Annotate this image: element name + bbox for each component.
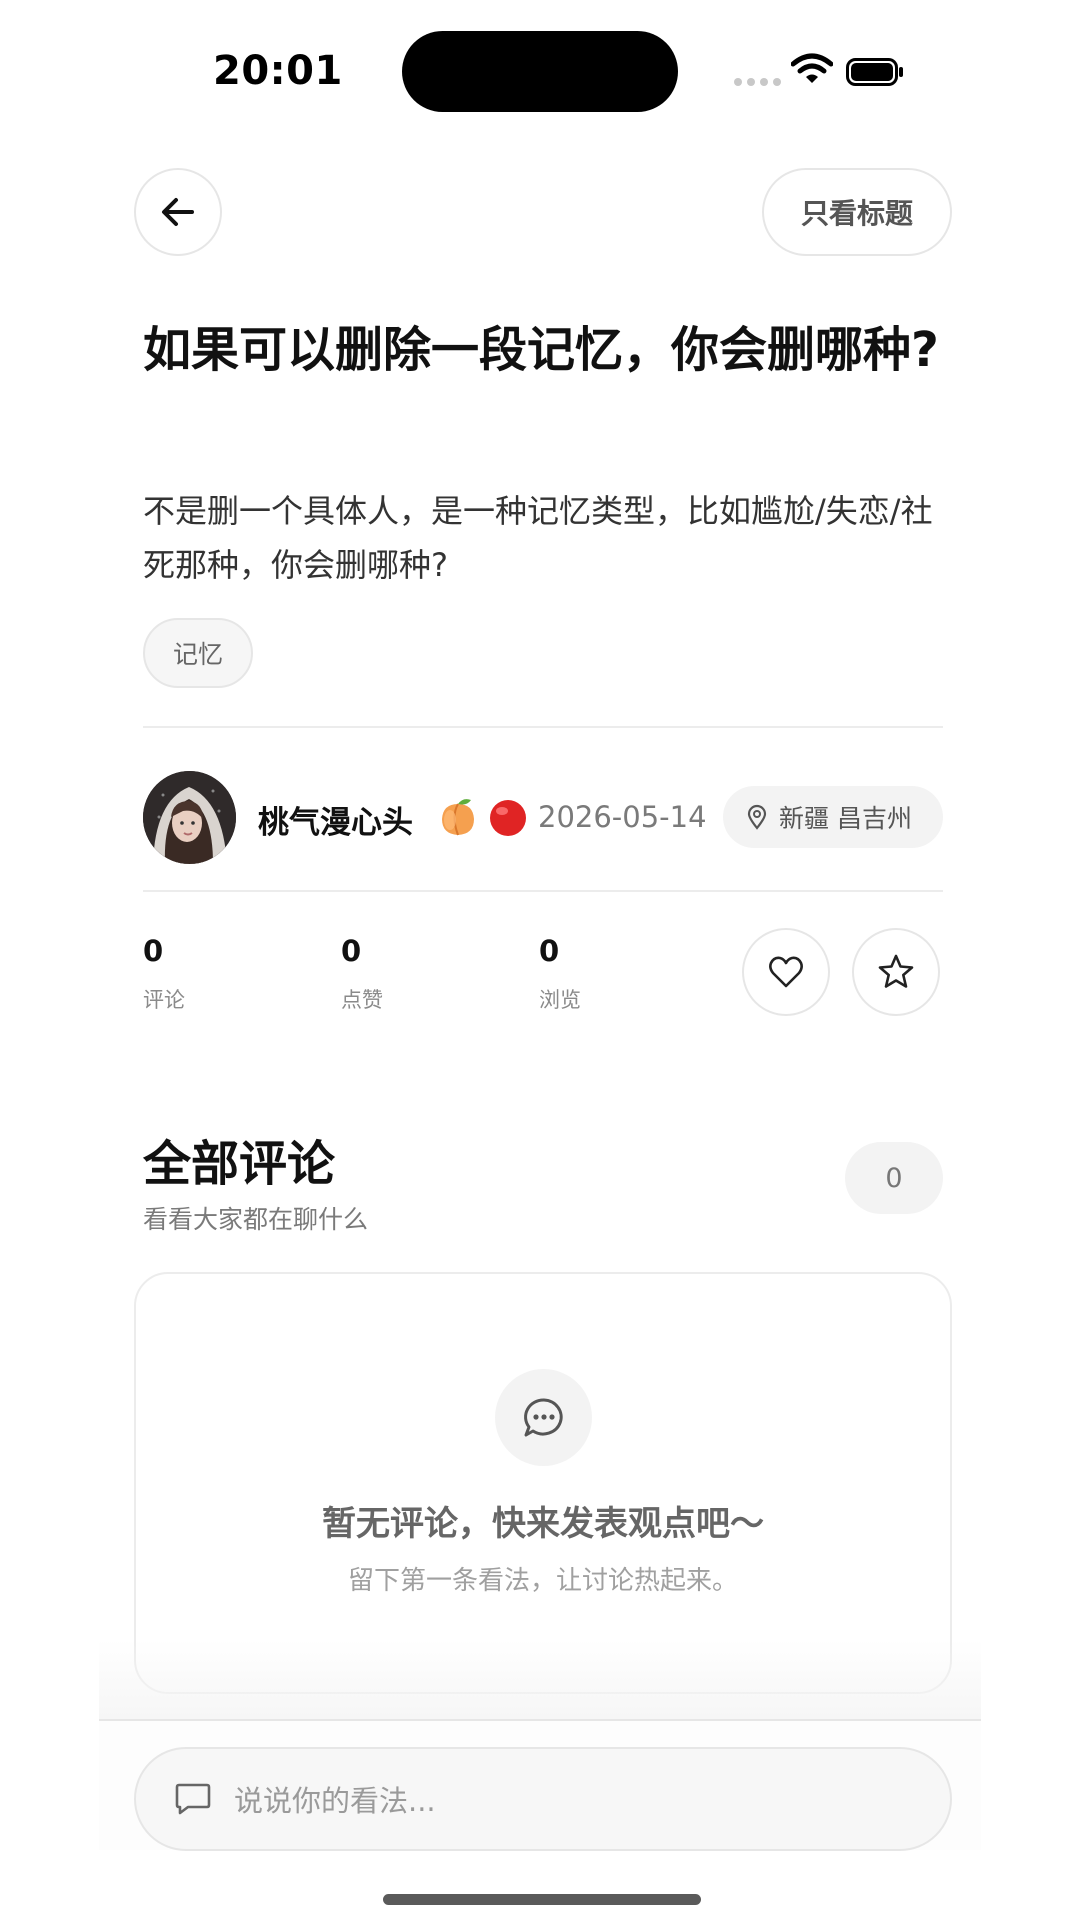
status-bar: 20:01	[0, 0, 1080, 140]
title-only-button[interactable]: 只看标题	[762, 168, 952, 256]
comment-count-badge: 0	[845, 1142, 943, 1214]
battery-icon	[846, 58, 903, 86]
back-button[interactable]	[134, 168, 222, 256]
post-body: 不是删一个具体人，是一种记忆类型，比如尴尬/失恋/社死那种，你会删哪种?	[143, 492, 933, 584]
stat-comments: 0 评论	[143, 934, 185, 1014]
comments-section-subtitle: 看看大家都在聊什么	[143, 1205, 369, 1234]
empty-comments-title: 暂无评论，快来发表观点吧～	[322, 1504, 764, 1544]
stat-likes: 0 点赞	[341, 934, 383, 1014]
arrow-left-icon	[162, 198, 194, 226]
stat-likes-label: 点赞	[341, 988, 383, 1012]
location-badge: 新疆 昌吉州	[723, 786, 943, 848]
red-circle-emoji-icon	[490, 800, 526, 836]
empty-comments-card: 暂无评论，快来发表观点吧～ 留下第一条看法，让讨论热起来。	[134, 1272, 952, 1694]
comment-input-placeholder: 说说你的看法...	[234, 1784, 436, 1818]
star-icon	[878, 954, 914, 988]
comment-input[interactable]: 说说你的看法...	[134, 1747, 952, 1851]
location-text: 新疆 昌吉州	[779, 804, 912, 833]
map-pin-icon	[747, 804, 767, 830]
dynamic-island	[402, 31, 678, 112]
home-indicator	[383, 1894, 701, 1905]
post-title: 如果可以删除一段记忆，你会删哪种?	[143, 322, 939, 378]
stat-views: 0 浏览	[539, 934, 581, 1014]
chat-bubble-icon	[523, 1397, 563, 1436]
like-button[interactable]	[742, 928, 830, 1016]
status-time: 20:01	[213, 48, 343, 94]
author-avatar[interactable]	[143, 771, 236, 864]
empty-comments-subtitle: 留下第一条看法，让讨论热起来。	[347, 1566, 738, 1596]
post-tag[interactable]: 记忆	[143, 618, 253, 688]
stat-views-value: 0	[539, 934, 560, 968]
bottom-fade	[99, 1640, 981, 1720]
divider	[143, 726, 943, 728]
empty-icon-container	[495, 1369, 592, 1466]
cellular-signal-icon	[734, 78, 781, 86]
peach-emoji-icon	[442, 799, 474, 836]
comment-icon	[175, 1783, 211, 1815]
author-name[interactable]: 桃气漫心头	[258, 797, 413, 842]
wifi-icon	[791, 53, 833, 83]
favorite-button[interactable]	[852, 928, 940, 1016]
comments-section-title: 全部评论	[143, 1136, 336, 1192]
stat-likes-value: 0	[341, 934, 362, 968]
post-date: 2026-05-14	[538, 800, 707, 834]
stat-comments-label: 评论	[143, 988, 185, 1012]
divider	[143, 890, 943, 892]
heart-icon	[769, 956, 803, 988]
stat-views-label: 浏览	[539, 988, 581, 1012]
stat-comments-value: 0	[143, 934, 164, 968]
